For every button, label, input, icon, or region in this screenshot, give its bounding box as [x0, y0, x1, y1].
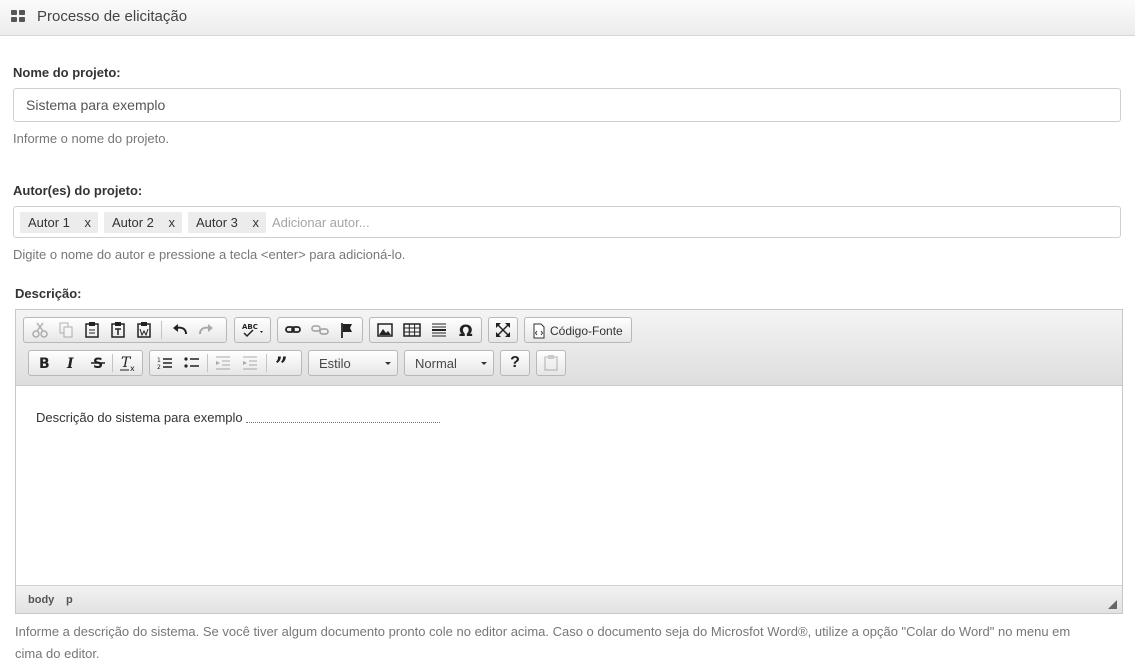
toolbar-separator	[207, 354, 208, 372]
path-element-p[interactable]: p	[66, 594, 73, 606]
svg-text:S: S	[93, 356, 103, 372]
clipboard-group	[23, 317, 227, 343]
clipboard-icon[interactable]	[539, 353, 563, 373]
description-label: Descrição:	[15, 286, 82, 301]
strikethrough-icon[interactable]: S	[86, 353, 110, 373]
remove-author-button[interactable]: x	[253, 215, 260, 230]
spellcheck-group: ABC	[234, 317, 271, 343]
resize-handle-icon[interactable]	[1108, 600, 1117, 609]
spellcheck-icon[interactable]: ABC	[240, 320, 268, 340]
style-dropdown[interactable]: Estilo	[308, 350, 398, 376]
authors-tag-input[interactable]: Autor 1 x Autor 2 x Autor 3 x Adicionar …	[13, 206, 1121, 238]
editor-content-text: Descrição do sistema para exemplo	[36, 410, 243, 425]
basic-styles-group: B I S Tx	[28, 350, 143, 376]
project-name-value: Sistema para exemplo	[26, 97, 166, 113]
chevron-down-icon	[481, 362, 487, 365]
author-tag-label: Autor 2	[112, 215, 154, 230]
paste-disabled-group	[536, 350, 566, 376]
editor-content[interactable]: Descrição do sistema para exemplo	[16, 387, 1122, 585]
authors-help: Digite o nome do autor e pressione a tec…	[13, 247, 406, 262]
panel-header: Processo de elicitação	[0, 0, 1135, 36]
authors-label: Autor(es) do projeto:	[13, 183, 143, 198]
outdent-icon[interactable]	[211, 353, 235, 373]
description-help-line-2: cima do editor.	[15, 646, 100, 661]
toolbar-separator	[161, 321, 162, 339]
help-button[interactable]: ?	[503, 353, 527, 373]
toolbar-separator	[266, 354, 267, 372]
rich-text-editor: ABC Ω Código-Fonte B I S T x 1 2 ” Estil…	[15, 309, 1123, 614]
table-icon[interactable]	[400, 320, 424, 340]
author-tag: Autor 3 x	[188, 212, 266, 233]
bold-icon[interactable]: B	[32, 353, 56, 373]
author-tag: Autor 2 x	[104, 212, 182, 233]
italic-icon[interactable]: I	[59, 353, 83, 373]
author-tag-label: Autor 3	[196, 215, 238, 230]
editor-status-bar: body p	[16, 585, 1122, 613]
source-group: Código-Fonte	[524, 317, 632, 343]
link-group	[277, 317, 363, 343]
remove-author-button[interactable]: x	[85, 215, 92, 230]
chevron-down-icon	[385, 362, 391, 365]
numbered-list-icon[interactable]: 12	[153, 353, 177, 373]
svg-text:B: B	[39, 356, 50, 372]
panel-title: Processo de elicitação	[37, 8, 188, 25]
indent-icon[interactable]	[238, 353, 262, 373]
format-dropdown-value: Normal	[415, 356, 457, 371]
maximize-group	[488, 317, 518, 343]
add-author-input[interactable]: Adicionar autor...	[272, 215, 370, 230]
cut-icon[interactable]	[28, 320, 52, 340]
editor-dotted-line	[246, 422, 440, 423]
project-name-label: Nome do projeto:	[13, 65, 121, 80]
project-name-input[interactable]: Sistema para exemplo	[13, 88, 1121, 122]
horizontal-rule-icon[interactable]	[427, 320, 451, 340]
author-tag: Autor 1 x	[20, 212, 98, 233]
path-element-body[interactable]: body	[28, 594, 54, 606]
help-group: ?	[500, 350, 530, 376]
svg-text:ABC: ABC	[242, 323, 258, 331]
maximize-icon[interactable]	[491, 320, 515, 340]
blockquote-icon[interactable]: ”	[271, 353, 295, 373]
svg-text:x: x	[130, 364, 135, 373]
paste-word-icon[interactable]	[132, 320, 156, 340]
editor-toolbar: ABC Ω Código-Fonte B I S T x 1 2 ” Estil…	[16, 310, 1122, 386]
description-help-line-1: Informe a descrição do sistema. Se você …	[15, 624, 1071, 639]
toolbar-separator	[112, 354, 113, 372]
bullet-list-icon[interactable]	[180, 353, 204, 373]
image-icon[interactable]	[373, 320, 397, 340]
source-icon	[533, 323, 545, 339]
insert-group: Ω	[369, 317, 482, 343]
anchor-flag-icon[interactable]	[335, 320, 359, 340]
link-icon[interactable]	[281, 320, 305, 340]
remove-format-icon[interactable]: Tx	[115, 353, 139, 373]
svg-text:I: I	[66, 356, 74, 372]
special-char-icon[interactable]: Ω	[454, 320, 478, 340]
unlink-icon[interactable]	[308, 320, 332, 340]
copy-icon[interactable]	[54, 320, 78, 340]
author-tag-label: Autor 1	[28, 215, 70, 230]
svg-text:1: 1	[157, 357, 161, 364]
undo-icon[interactable]	[168, 320, 192, 340]
project-name-help: Informe o nome do projeto.	[13, 131, 170, 146]
source-button[interactable]: Código-Fonte	[529, 321, 629, 341]
redo-icon[interactable]	[194, 320, 218, 340]
svg-text:2: 2	[157, 364, 161, 371]
remove-author-button[interactable]: x	[169, 215, 176, 230]
svg-text:”: ”	[275, 353, 288, 373]
style-dropdown-value: Estilo	[319, 356, 351, 371]
svg-text:Ω: Ω	[459, 321, 473, 340]
format-dropdown[interactable]: Normal	[404, 350, 494, 376]
paste-text-icon[interactable]	[106, 320, 130, 340]
source-button-label: Código-Fonte	[550, 324, 623, 338]
grid-icon	[11, 10, 26, 23]
paste-icon[interactable]	[80, 320, 104, 340]
paragraph-group: 12 ”	[149, 350, 302, 376]
